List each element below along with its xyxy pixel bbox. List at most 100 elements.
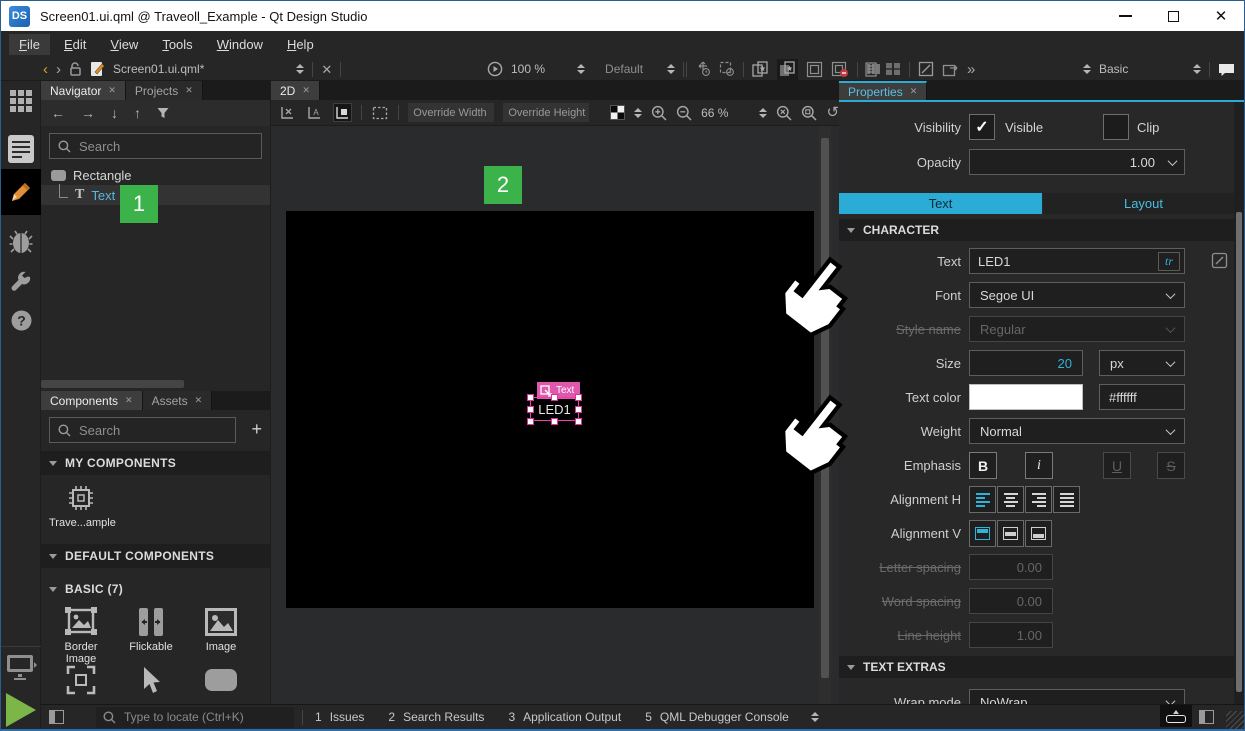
back-icon[interactable]: ‹ bbox=[43, 62, 48, 77]
window-resize-grip[interactable] bbox=[1226, 711, 1244, 729]
welcome-mode-icon[interactable] bbox=[1, 89, 41, 113]
section-character[interactable]: CHARACTER bbox=[839, 219, 1234, 241]
locator-input[interactable]: Type to locate (Ctrl+K) bbox=[96, 707, 294, 728]
canvas-background-swatch[interactable] bbox=[610, 105, 625, 120]
zoom-selection-icon[interactable] bbox=[801, 105, 817, 121]
run-play-button[interactable] bbox=[1, 693, 41, 727]
toggle-left-sidebar-icon[interactable] bbox=[49, 710, 64, 724]
output-pane-spinner[interactable] bbox=[811, 712, 819, 722]
snapping-icon[interactable] bbox=[333, 103, 352, 122]
run-zoom-spinner[interactable] bbox=[577, 64, 585, 74]
strikethrough-button[interactable]: S bbox=[1157, 452, 1185, 479]
canvas-zoom-spinner[interactable] bbox=[759, 108, 767, 118]
component-item-flickable[interactable]: Flickable bbox=[119, 603, 183, 653]
snapping-anchors-icon[interactable]: A bbox=[306, 103, 325, 122]
visible-checkbox[interactable] bbox=[969, 114, 995, 140]
close-button[interactable]: ✕ bbox=[1204, 3, 1238, 29]
components-search-input[interactable]: Search bbox=[49, 417, 236, 443]
edit-text-icon[interactable] bbox=[1211, 252, 1228, 269]
component-item-border-image[interactable]: Border Image bbox=[49, 603, 113, 665]
document-spinner[interactable] bbox=[296, 64, 304, 74]
create-component-icon[interactable] bbox=[752, 61, 769, 78]
resize-handle-w[interactable] bbox=[527, 406, 534, 413]
resize-handle-s[interactable] bbox=[551, 418, 558, 425]
opacity-combobox[interactable]: 1.00 bbox=[969, 149, 1185, 175]
tab-2d[interactable]: 2D ✕ bbox=[271, 81, 320, 100]
close-document-icon[interactable]: ✕ bbox=[321, 63, 332, 76]
style-spinner[interactable] bbox=[667, 64, 675, 74]
tab-assets-close-icon[interactable]: ✕ bbox=[195, 395, 203, 406]
align-left-button[interactable] bbox=[969, 486, 996, 513]
maximize-button[interactable] bbox=[1156, 3, 1190, 29]
resize-handle-e[interactable] bbox=[575, 406, 582, 413]
tab-components-close-icon[interactable]: ✕ bbox=[125, 395, 133, 406]
properties-vscrollbar[interactable] bbox=[1234, 102, 1244, 704]
override-height-field[interactable]: Override Height bbox=[503, 103, 589, 122]
tab-navigator-close-icon[interactable]: ✕ bbox=[108, 85, 116, 96]
open-document-name[interactable]: Screen01.ui.qml* bbox=[113, 62, 204, 76]
underline-button[interactable]: U bbox=[1103, 452, 1131, 479]
section-default-components[interactable]: DEFAULT COMPONENTS bbox=[41, 544, 270, 568]
bold-button[interactable]: B bbox=[969, 452, 997, 479]
wrap-mode-dropdown[interactable]: NoWrap bbox=[969, 689, 1185, 704]
align-bottom-button[interactable] bbox=[1025, 520, 1052, 547]
feedback-bubble-icon[interactable] bbox=[1218, 62, 1235, 77]
override-width-field[interactable]: Override Width bbox=[408, 103, 494, 122]
align-top-button[interactable] bbox=[969, 520, 996, 547]
italic-button[interactable]: i bbox=[1025, 452, 1053, 479]
no-snapping-icon[interactable] bbox=[278, 103, 297, 122]
reset-view-icon[interactable]: ↺ bbox=[826, 105, 839, 120]
add-component-button[interactable]: + bbox=[251, 419, 262, 440]
letter-spacing-input[interactable]: 0.00 bbox=[969, 554, 1053, 580]
align-middle-button[interactable] bbox=[997, 520, 1024, 547]
section-basic[interactable]: BASIC (7) bbox=[41, 577, 270, 601]
tab-assets[interactable]: Assets ✕ bbox=[143, 391, 213, 410]
text-value-input[interactable]: LED1 tr bbox=[969, 248, 1185, 274]
nav-left-arrow-icon[interactable]: ← bbox=[51, 105, 65, 121]
component-item-custom[interactable]: Trave...ample bbox=[49, 479, 113, 529]
font-dropdown[interactable]: Segoe UI bbox=[969, 282, 1185, 308]
run-target-monitor-icon[interactable] bbox=[1, 653, 41, 683]
export-icon[interactable] bbox=[942, 62, 959, 77]
bounding-rect-off-icon[interactable] bbox=[831, 61, 849, 78]
menu-file[interactable]: File bbox=[9, 34, 50, 55]
text-color-hex-input[interactable]: #ffffff bbox=[1099, 384, 1185, 410]
nav-down-arrow-icon[interactable]: ↓ bbox=[111, 105, 118, 121]
subtab-text[interactable]: Text bbox=[839, 193, 1042, 214]
run-zoom-icon[interactable] bbox=[487, 61, 503, 77]
resize-handle-nw[interactable] bbox=[527, 394, 534, 401]
resize-handle-se[interactable] bbox=[575, 418, 582, 425]
nav-filter-icon[interactable] bbox=[157, 107, 170, 119]
section-text-extras[interactable]: TEXT EXTRAS bbox=[839, 656, 1234, 678]
zoom-all-icon[interactable] bbox=[776, 105, 792, 121]
menu-view[interactable]: View bbox=[100, 34, 148, 55]
background-spinner[interactable] bbox=[634, 108, 642, 118]
size-input[interactable]: 20 bbox=[969, 350, 1083, 376]
style-name-dropdown[interactable]: Regular bbox=[969, 316, 1185, 342]
component-item-mousearea[interactable] bbox=[119, 661, 183, 699]
edit-document-icon[interactable] bbox=[90, 61, 105, 77]
align-right-button[interactable] bbox=[1025, 486, 1052, 513]
move-keyframe-icon[interactable] bbox=[695, 61, 711, 77]
navigator-search-input[interactable]: Search bbox=[49, 133, 262, 159]
tab-components[interactable]: Components ✕ bbox=[41, 391, 143, 410]
zoom-in-icon[interactable] bbox=[651, 105, 667, 121]
menu-window[interactable]: Window bbox=[207, 34, 273, 55]
tree-item-rectangle[interactable]: Rectangle bbox=[41, 165, 270, 185]
weight-dropdown[interactable]: Normal bbox=[969, 418, 1185, 444]
subtab-layout[interactable]: Layout bbox=[1043, 193, 1244, 214]
nav-right-arrow-icon[interactable]: → bbox=[81, 105, 95, 121]
word-spacing-input[interactable]: 0.00 bbox=[969, 588, 1053, 614]
menu-edit[interactable]: Edit bbox=[54, 34, 96, 55]
nav-up-arrow-icon[interactable]: ↑ bbox=[134, 105, 141, 121]
debug-mode-icon[interactable] bbox=[1, 229, 41, 255]
section-my-components[interactable]: MY COMPONENTS bbox=[41, 451, 270, 475]
frame-keyframe-icon[interactable] bbox=[719, 61, 735, 77]
run-zoom-value[interactable]: 100 % bbox=[511, 62, 545, 76]
toolbar-overflow-chevron[interactable]: » bbox=[967, 62, 975, 77]
output-pane-search-results[interactable]: 2 Search Results bbox=[376, 710, 496, 724]
tab-properties[interactable]: Properties ✕ bbox=[839, 81, 927, 100]
tab-2d-close-icon[interactable]: ✕ bbox=[302, 85, 310, 96]
edit-mode-icon[interactable] bbox=[1, 135, 41, 163]
tab-projects[interactable]: Projects ✕ bbox=[126, 81, 203, 100]
